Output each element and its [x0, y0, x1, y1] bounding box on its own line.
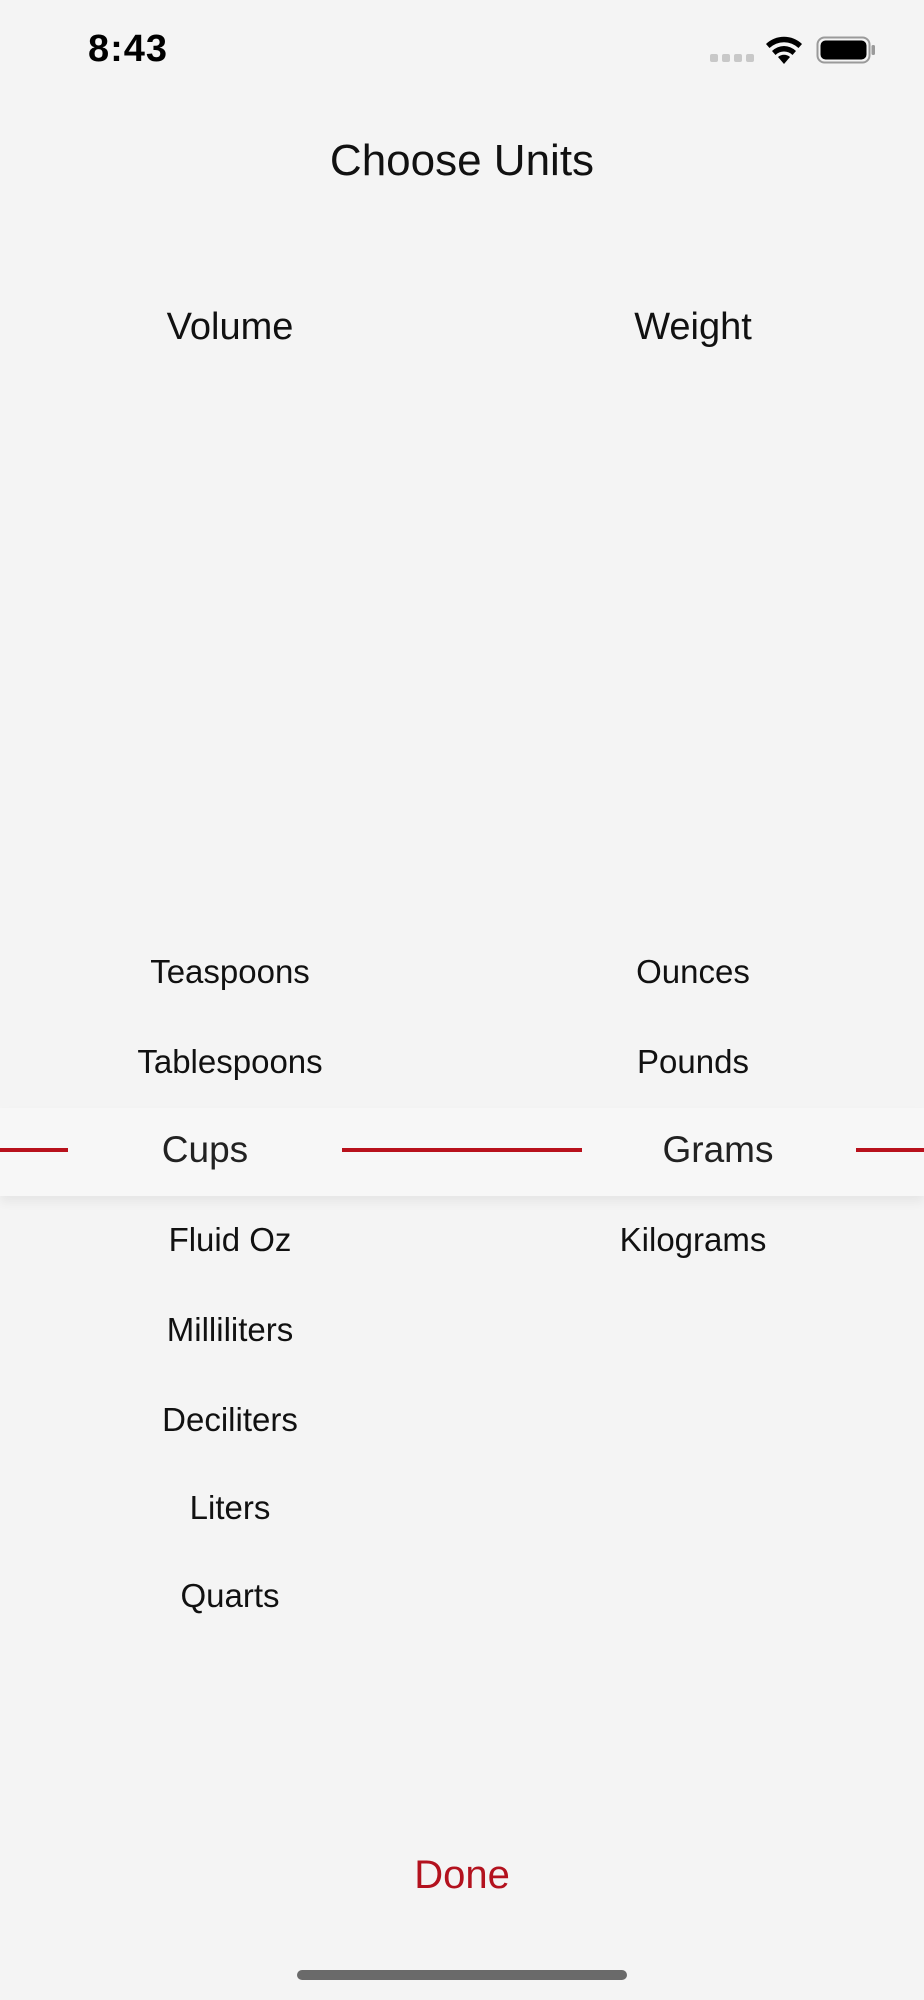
done-button[interactable]: Done	[362, 1840, 562, 1910]
picker-option-kilograms[interactable]: Kilograms	[543, 1210, 843, 1270]
status-bar: 8:43	[0, 0, 924, 100]
selection-indicator-line	[342, 1148, 582, 1152]
home-indicator[interactable]	[297, 1970, 627, 1980]
picker-option-milliliters[interactable]: Milliliters	[80, 1300, 380, 1360]
weight-selected-unit[interactable]: Grams	[638, 1120, 798, 1180]
selection-indicator-line	[0, 1148, 68, 1152]
wifi-icon	[766, 36, 802, 64]
picker-option-liters[interactable]: Liters	[80, 1478, 380, 1538]
picker-option-teaspoons[interactable]: Teaspoons	[80, 942, 380, 1002]
picker-option-pounds[interactable]: Pounds	[543, 1032, 843, 1092]
weight-column-header: Weight	[634, 306, 752, 348]
volume-column-header: Volume	[166, 306, 294, 348]
picker-option-quarts[interactable]: Quarts	[80, 1566, 380, 1626]
selection-indicator-line	[856, 1148, 924, 1152]
status-time: 8:43	[88, 28, 169, 70]
picker-option-tablespoons[interactable]: Tablespoons	[80, 1032, 380, 1092]
picker-option-fluid-oz[interactable]: Fluid Oz	[80, 1210, 380, 1270]
picker-option-ounces[interactable]: Ounces	[543, 942, 843, 1002]
page-title: Choose Units	[329, 136, 595, 185]
cellular-signal-icon	[710, 54, 754, 62]
picker-option-deciliters[interactable]: Deciliters	[80, 1390, 380, 1450]
battery-icon	[816, 36, 875, 64]
volume-selected-unit[interactable]: Cups	[125, 1120, 285, 1180]
app-root: 8:43 Choose Units Volume Weight Teaspoon…	[0, 0, 924, 2000]
